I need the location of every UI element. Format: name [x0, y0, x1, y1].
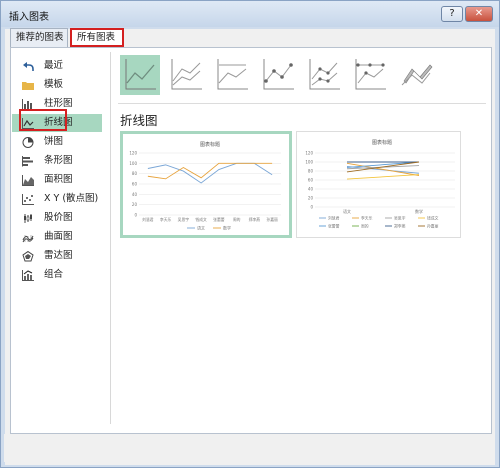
preview-chart-title: 图表标题	[372, 139, 392, 146]
series-line-1	[147, 162, 273, 184]
x-tick-label: 郑李燕	[249, 217, 261, 222]
sidebar-item-surface[interactable]: 曲面图	[12, 228, 102, 246]
x-tick-label: 周的	[233, 217, 241, 222]
y-tick-label: 40	[308, 187, 314, 192]
sidebar-item-radar[interactable]: 雷达图	[12, 247, 102, 265]
help-button[interactable]: ?	[441, 6, 463, 22]
folder-icon	[22, 82, 34, 90]
sidebar-item-recent[interactable]: 最近	[12, 57, 102, 75]
legend-label: 钱成文	[427, 216, 439, 221]
subtype-3d-line[interactable]	[396, 55, 436, 95]
x-tick-label: 数学	[415, 208, 423, 214]
tab-all-charts[interactable]: 所有图表	[70, 28, 124, 47]
legend-label: 郑李燕	[394, 224, 406, 229]
sidebar-item-area[interactable]: 面积图	[12, 171, 102, 189]
radar-chart-icon	[22, 251, 34, 262]
subtype-stacked-line[interactable]	[166, 55, 206, 95]
stock-chart-icon	[24, 214, 32, 223]
line-subtype-icon	[125, 59, 156, 90]
series-line-4	[346, 174, 420, 180]
preview-line-by-category[interactable]: 图表标题 0 20 40 60 80 100 120 刘慧君 李天乐 吴思宇 钱成文 张蕾蕾 周的 郑李燕孙…	[120, 131, 292, 238]
surface-chart-icon	[22, 235, 34, 243]
x-tick-label: 张蕾蕾	[213, 217, 225, 222]
sidebar-item-label: 组合	[44, 269, 64, 280]
y-tick-label: 0	[310, 205, 313, 210]
series-line-2	[346, 162, 420, 176]
y-tick-label: 100	[129, 161, 137, 166]
sidebar-item-label: 模板	[44, 79, 64, 90]
area-chart-icon	[22, 175, 34, 186]
preview-chart-2: 图表标题 0 20 40 60 80 100 120 语文 数学刘慧君 李天乐 吴思宇 钱成文张蕾蕾 周的…	[305, 139, 455, 229]
legend-label: 刘慧君	[328, 216, 340, 221]
sidebar-item-combo[interactable]: 组合	[12, 266, 102, 284]
x-tick-label: 钱成文	[195, 217, 207, 222]
line-chart-subtype-strip	[118, 55, 486, 100]
sidebar-item-label: 雷达图	[44, 250, 73, 261]
subtype-line[interactable]	[120, 55, 160, 95]
tab-recommended-charts[interactable]: 推荐的图表	[10, 28, 68, 47]
legend-label: 张蕾蕾	[328, 224, 340, 229]
y-tick-label: 120	[305, 151, 313, 156]
line-chart-highlight-outline	[19, 109, 67, 131]
x-tick-label: 孙嘉丽	[266, 217, 278, 222]
chart-type-heading: 折线图	[120, 113, 158, 128]
x-tick-label: 语文	[343, 208, 351, 214]
stacked-line-icon	[171, 59, 202, 90]
line-markers-icon	[263, 59, 294, 90]
y-tick-label: 120	[129, 151, 137, 156]
subtype-percent-stacked-line[interactable]	[212, 55, 252, 95]
scatter-chart-icon	[22, 194, 34, 205]
window-title: 插入图表	[9, 12, 49, 23]
combo-chart-icon	[22, 270, 34, 281]
sidebar-item-bar[interactable]: 条形图	[12, 152, 102, 170]
legend-label: 吴思宇	[394, 216, 406, 221]
sidebar-item-label: 条形图	[44, 155, 73, 166]
legend-label: 孙嘉丽	[427, 224, 439, 229]
sidebar-item-stock[interactable]: 股价图	[12, 209, 102, 227]
sidebar-item-label: 股价图	[44, 212, 73, 223]
sidebar-item-pie[interactable]: 饼图	[12, 133, 102, 151]
subtype-percent-line-markers[interactable]	[350, 55, 390, 95]
percent-line-markers-icon	[355, 59, 386, 90]
line-3d-icon	[401, 64, 433, 86]
y-tick-label: 100	[305, 160, 313, 165]
subtype-line-markers[interactable]	[258, 55, 298, 95]
close-button[interactable]: ✕	[465, 6, 493, 22]
legend-label: 语文	[197, 225, 205, 231]
sidebar-item-label: X Y (散点图)	[44, 193, 99, 204]
subtype-separator	[118, 103, 486, 104]
legend-label: 李天乐	[361, 216, 373, 221]
sidebar-item-label: 最近	[44, 60, 64, 71]
y-tick-label: 60	[132, 182, 138, 187]
sidebar-item-scatter[interactable]: X Y (散点图)	[12, 190, 102, 208]
preview-line-by-series[interactable]: 图表标题 0 20 40 60 80 100 120 语文 数学刘慧君 李天乐 吴思宇 钱成文张蕾蕾 周的…	[296, 131, 461, 238]
sidebar-item-label: 饼图	[44, 136, 64, 147]
preview-chart-title: 图表标题	[200, 141, 220, 148]
y-tick-label: 0	[134, 213, 137, 218]
stacked-line-markers-icon	[309, 59, 340, 90]
y-tick-label: 80	[132, 171, 138, 176]
sidebar-item-label: 曲面图	[44, 231, 73, 242]
pie-chart-icon	[22, 137, 34, 148]
x-tick-label: 李天乐	[160, 217, 172, 222]
y-tick-label: 20	[132, 202, 138, 207]
x-tick-label: 吴思宇	[178, 217, 190, 222]
percent-stacked-line-icon	[217, 59, 248, 90]
y-tick-label: 40	[132, 192, 138, 197]
subtype-stacked-line-markers[interactable]	[304, 55, 344, 95]
legend-label: 数学	[223, 225, 231, 231]
bar-chart-icon	[22, 156, 33, 167]
x-tick-label: 刘慧君	[142, 217, 154, 222]
sidebar-item-templates[interactable]: 模板	[12, 76, 102, 94]
sidebar-item-label: 面积图	[44, 174, 73, 185]
legend-label: 周的	[361, 224, 369, 229]
dialog-footer	[4, 434, 494, 462]
preview-chart-1: 图表标题 0 20 40 60 80 100 120 刘慧君 李天乐 吴思宇 钱成文 张蕾蕾 周的 郑李燕孙…	[129, 141, 281, 231]
undo-icon	[23, 62, 34, 71]
panel-divider	[110, 52, 111, 424]
y-tick-label: 20	[308, 196, 314, 201]
y-tick-label: 60	[308, 178, 314, 183]
y-tick-label: 80	[308, 169, 314, 174]
title-bar[interactable]: 插入图表 ? ✕	[1, 1, 499, 27]
